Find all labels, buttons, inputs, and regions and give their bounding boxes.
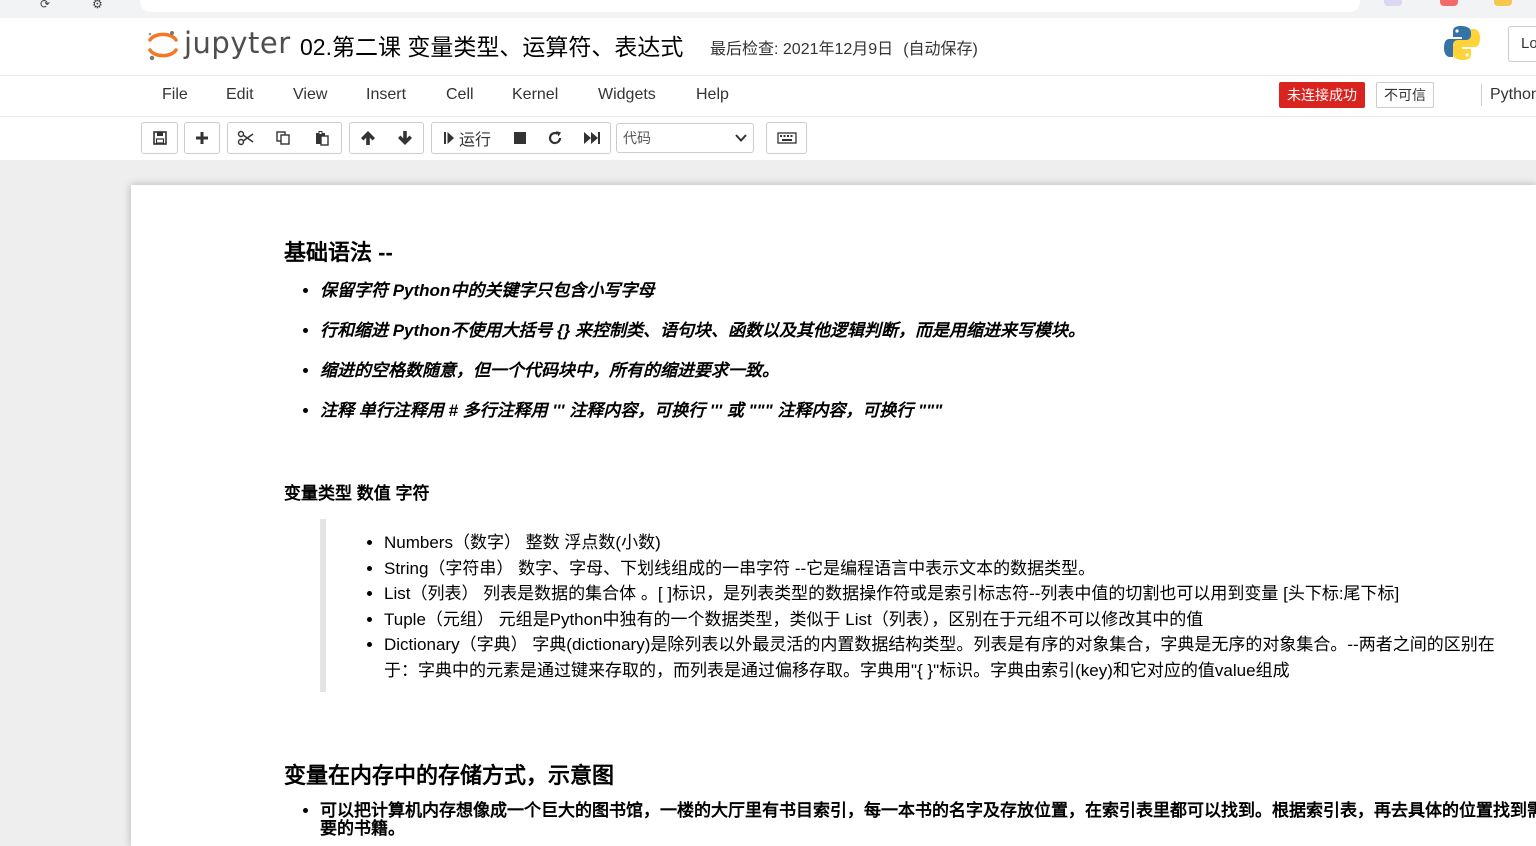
extension-icon[interactable] xyxy=(1440,0,1458,6)
variable-types-list: Numbers（数字） 整数 浮点数(小数) String（字符串） 数字、字母… xyxy=(364,530,1504,683)
command-palette-button[interactable] xyxy=(766,122,807,154)
list-item: Tuple（元组） 元组是Python中独有的一个数据类型，类似于 List（列… xyxy=(384,607,1504,633)
menu-kernel[interactable]: Kernel xyxy=(512,86,558,104)
checkpoint-status: 最后检查: 2021年12月9日 (自动保存) xyxy=(710,35,978,59)
run-button[interactable]: 运行 xyxy=(431,122,503,154)
jupyter-logo-text: jupyter xyxy=(184,26,291,60)
cell-type-select[interactable]: 代码 xyxy=(616,123,754,153)
menu-insert[interactable]: Insert xyxy=(366,86,406,104)
list-item: 可以把计算机内存想像成一个巨大的图书馆，一楼的大厅里有书目索引，每一本书的名字及… xyxy=(320,802,1536,838)
basic-syntax-list: 保留字符 Python中的关键字只包含小写字母 行和缩进 Python不使用大括… xyxy=(300,278,1085,438)
list-item: Dictionary（字典） 字典(dictionary)是除列表以外最灵活的内… xyxy=(384,632,1504,683)
paste-icon xyxy=(315,131,329,146)
divider xyxy=(1481,84,1482,106)
fast-forward-icon xyxy=(583,132,600,144)
interrupt-button[interactable] xyxy=(502,122,538,154)
cut-icon xyxy=(237,130,254,146)
paste-button[interactable] xyxy=(302,122,342,154)
kernel-name[interactable]: Python xyxy=(1490,86,1536,104)
plus-icon xyxy=(196,132,208,144)
notebook-title[interactable]: 02.第二课 变量类型、运算符、表达式 xyxy=(300,28,683,62)
list-item: 注释 单行注释用 # 多行注释用 ''' 注释内容，可换行 ''' 或 """ … xyxy=(320,398,1085,438)
restart-button[interactable] xyxy=(537,122,574,154)
run-icon xyxy=(443,132,454,144)
save-button[interactable] xyxy=(141,122,178,154)
copy-icon xyxy=(276,131,290,145)
run-label: 运行 xyxy=(458,132,491,149)
python-logo-icon xyxy=(1444,26,1480,60)
notebook-header: jupyter 02.第二课 变量类型、运算符、表达式 最后检查: 2021年1… xyxy=(0,18,1536,76)
list-item: 缩进的空格数随意，但一个代码块中，所有的缩进要求一致。 xyxy=(320,358,1085,398)
extensions-icon[interactable]: ⚙ xyxy=(92,0,103,10)
list-item: 保留字符 Python中的关键字只包含小写字母 xyxy=(320,278,1085,318)
menu-edit[interactable]: Edit xyxy=(226,86,254,104)
arrow-down-icon xyxy=(397,131,412,145)
chevron-down-icon xyxy=(735,134,747,142)
variable-types-heading: 变量类型 数值 字符 xyxy=(284,484,430,503)
list-item: Numbers（数字） 整数 浮点数(小数) xyxy=(384,530,1504,556)
list-item: 行和缩进 Python不使用大括号 {} 来控制类、语句块、函数以及其他逻辑判断… xyxy=(320,318,1085,358)
basic-syntax-heading: 基础语法 -- xyxy=(284,240,393,265)
list-item: String（字符串） 数字、字母、下划线组成的一串字符 --它是编程语言中表示… xyxy=(384,556,1504,582)
menu-widgets[interactable]: Widgets xyxy=(598,86,656,104)
address-bar[interactable] xyxy=(140,0,1360,12)
move-up-button[interactable] xyxy=(349,122,387,154)
save-icon xyxy=(152,131,167,145)
restart-run-all-button[interactable] xyxy=(573,122,611,154)
logout-button[interactable]: Lo xyxy=(1508,26,1536,62)
trust-button[interactable]: 不可信 xyxy=(1376,82,1434,108)
memory-storage-heading: 变量在内存中的存储方式，示意图 xyxy=(284,763,615,788)
autosave-label: (自动保存) xyxy=(903,41,978,58)
notebook-toolbar: 运行 代码 xyxy=(0,117,1536,160)
extension-icon[interactable] xyxy=(1384,0,1402,6)
move-down-button[interactable] xyxy=(386,122,424,154)
cell-type-value: 代码 xyxy=(623,130,651,146)
copy-button[interactable] xyxy=(264,122,303,154)
restart-icon xyxy=(548,131,562,145)
insert-cell-button[interactable] xyxy=(184,122,220,154)
menubar: File Edit View Insert Cell Kernel Widget… xyxy=(0,76,1536,117)
menu-cell[interactable]: Cell xyxy=(446,86,474,104)
stop-icon xyxy=(513,132,526,144)
keyboard-icon xyxy=(776,132,797,144)
cut-button[interactable] xyxy=(227,122,265,154)
memory-storage-list: 可以把计算机内存想像成一个巨大的图书馆，一楼的大厅里有书目索引，每一本书的名字及… xyxy=(300,802,1536,838)
checkpoint-label: 最后检查: 2021年12月9日 xyxy=(710,41,894,58)
menu-view[interactable]: View xyxy=(293,86,327,104)
menu-file[interactable]: File xyxy=(162,86,188,104)
extension-icon[interactable] xyxy=(1494,0,1512,6)
kernel-status-badge[interactable]: 未连接成功 xyxy=(1279,82,1365,108)
list-item: List（列表） 列表是数据的集合体 。[ ]标识，是列表类型的数据操作符或是索… xyxy=(384,581,1504,607)
reload-icon[interactable]: ⟳ xyxy=(40,0,50,10)
browser-tab-strip: ⟳ ⚙ xyxy=(0,0,1536,18)
arrow-up-icon xyxy=(361,131,375,145)
menu-help[interactable]: Help xyxy=(696,86,729,104)
jupyter-logo-icon[interactable] xyxy=(146,28,180,62)
